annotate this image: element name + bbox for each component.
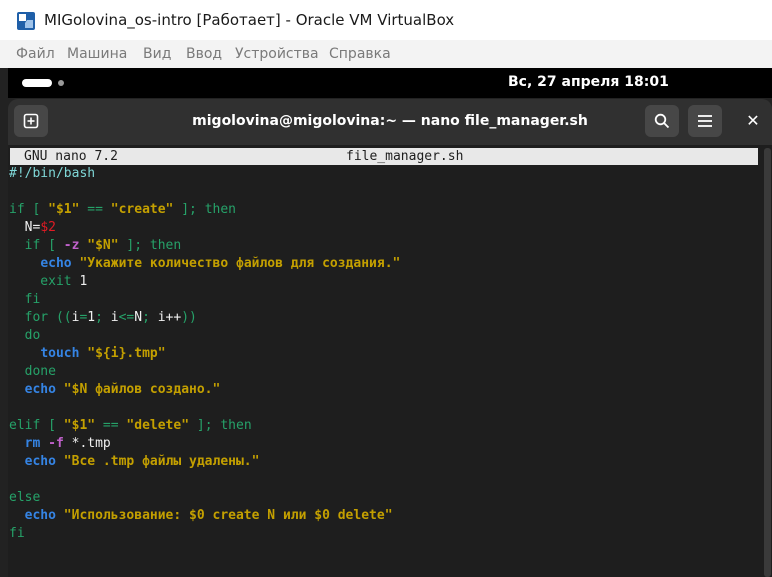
code-line: echo "$N файлов создано.": [9, 381, 221, 399]
code-token: else: [9, 490, 41, 505]
code-line: for ((i=1; i<=N; i++)): [9, 309, 197, 327]
workspace-inactive-indicator: [58, 80, 64, 86]
code-token: )): [181, 310, 197, 325]
clock[interactable]: Вс, 27 апреля 18:01: [508, 74, 669, 90]
code-token: rm: [24, 436, 41, 451]
code-token: "$N файлов создано.": [63, 382, 221, 397]
code-token: exit: [9, 274, 72, 289]
code-token: -z: [63, 238, 80, 253]
code-line: if [ "$1" == "create" ]; then: [9, 201, 236, 219]
virtualbox-icon: [16, 11, 36, 31]
terminal-headerbar: migolovina@migolovina:~ — nano file_mana…: [8, 99, 772, 145]
menu-machine[interactable]: Машина: [67, 46, 127, 62]
close-button[interactable]: ✕: [741, 109, 765, 133]
code-line: else: [9, 489, 40, 507]
code-token: "$1": [48, 202, 80, 217]
code-token: i: [110, 310, 119, 325]
code-token: "Укажите количество файлов для создания.…: [79, 256, 401, 271]
menu-devices[interactable]: Устройства: [235, 46, 319, 62]
code-token: echo: [24, 508, 56, 523]
menu-button[interactable]: [688, 105, 722, 137]
code-line: elif [ "$1" == "delete" ]; then: [9, 417, 252, 435]
nano-version: GNU nano 7.2: [24, 149, 118, 164]
code-line: echo "Все .tmp файлы удалены.": [9, 453, 260, 471]
code-line: fi: [9, 525, 25, 543]
code-token: for ((: [9, 310, 72, 325]
workspace-active-indicator: [22, 79, 52, 87]
nano-title-bar: GNU nano 7.2 file_manager.sh: [10, 148, 758, 165]
code-token: echo: [24, 382, 56, 397]
activities-indicator[interactable]: [22, 78, 76, 88]
menu-help[interactable]: Справка: [329, 46, 391, 62]
code-token: touch: [40, 346, 80, 361]
code-token: if [: [9, 238, 64, 253]
virtualbox-titlebar: MIGolovina_os-intro [Работает] - Oracle …: [0, 0, 772, 40]
code-token: ]; then: [189, 418, 252, 433]
code-token: do: [9, 328, 41, 343]
code-token: fi: [9, 526, 25, 541]
code-token: "Использование: $0 create N или $0 delet…: [63, 508, 393, 523]
code-token: "${i}.tmp": [87, 346, 166, 361]
code-token: 1: [87, 310, 96, 325]
code-token: echo: [40, 256, 72, 271]
virtualbox-menubar: Файл Машина Вид Ввод Устройства Справка: [0, 40, 772, 68]
code-line: exit 1: [9, 273, 87, 291]
code-line: if [ -z "$N" ]; then: [9, 237, 182, 255]
code-line: N=$2: [9, 219, 56, 237]
code-token: "$N": [87, 238, 119, 253]
menu-view[interactable]: Вид: [143, 46, 171, 62]
search-button[interactable]: [645, 105, 679, 137]
code-token: $2: [40, 220, 56, 235]
gnome-top-bar: Вс, 27 апреля 18:01: [8, 68, 772, 98]
code-line: touch "${i}.tmp": [9, 345, 166, 363]
code-line: done: [9, 363, 56, 381]
code-token: -f: [48, 436, 64, 451]
code-token: "create": [110, 202, 174, 217]
code-token: #!/bin/bash: [9, 166, 96, 181]
code-token: ==: [95, 418, 127, 433]
code-token: N=: [9, 220, 41, 235]
code-token: "Все .tmp файлы удалены.": [63, 454, 260, 469]
window-title: MIGolovina_os-intro [Работает] - Oracle …: [44, 11, 455, 29]
code-line: echo "Укажите количество файлов для созд…: [9, 255, 400, 273]
code-line: echo "Использование: $0 create N или $0 …: [9, 507, 393, 525]
code-token: ]; then: [173, 202, 237, 217]
code-token: ;: [95, 310, 111, 325]
code-token: *.tmp: [63, 436, 111, 451]
code-token: "delete": [126, 418, 190, 433]
code-line: rm -f *.tmp: [9, 435, 111, 453]
code-token: done: [9, 364, 56, 379]
code-token: fi: [9, 292, 41, 307]
code-token: 1: [71, 274, 88, 289]
code-token: ]; then: [118, 238, 182, 253]
code-token: <=: [118, 310, 135, 325]
code-token: ;: [142, 310, 158, 325]
code-token: elif [: [9, 418, 64, 433]
terminal-body[interactable]: GNU nano 7.2 file_manager.sh #!/bin/bash…: [8, 145, 772, 577]
code-token: if [: [9, 202, 49, 217]
code-line: do: [9, 327, 41, 345]
nano-filename: file_manager.sh: [346, 149, 464, 164]
terminal-scrollbar[interactable]: [764, 148, 771, 577]
code-token: echo: [24, 454, 56, 469]
code-token: "$1": [63, 418, 96, 433]
code-token: ==: [79, 202, 111, 217]
guest-screen: Вс, 27 апреля 18:01 migolovina@migolovin…: [0, 68, 772, 577]
code-token: N: [134, 310, 143, 325]
menu-input[interactable]: Ввод: [186, 46, 222, 62]
menu-file[interactable]: Файл: [16, 46, 55, 62]
code-token: i++: [157, 310, 182, 325]
code-line: fi: [9, 291, 41, 309]
code-line: #!/bin/bash: [9, 165, 95, 183]
